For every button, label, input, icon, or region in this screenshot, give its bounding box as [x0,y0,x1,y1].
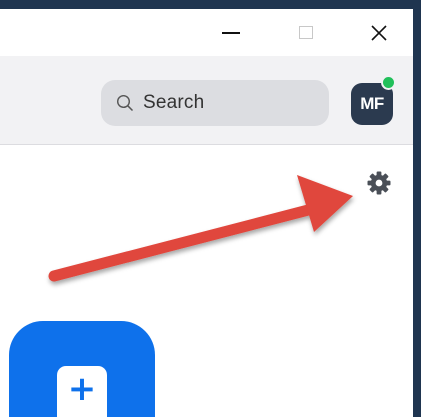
minimize-icon [222,31,240,34]
minimize-button[interactable] [201,9,261,56]
zoom-window: Search MF + [0,0,421,417]
window-right-border [413,0,421,417]
title-bar [0,9,413,56]
search-placeholder: Search [143,92,205,113]
close-button[interactable] [349,9,409,56]
window-top-border [0,0,421,9]
close-icon [371,24,387,41]
gear-icon[interactable] [366,170,392,196]
new-meeting-icon-box: + [57,366,107,417]
maximize-button[interactable] [276,9,336,56]
top-header: Search MF [0,56,413,145]
search-input[interactable]: Search [101,80,329,126]
search-icon [115,93,135,113]
plus-icon: + [67,369,97,409]
online-status-badge [381,75,396,90]
maximize-icon [299,26,313,39]
